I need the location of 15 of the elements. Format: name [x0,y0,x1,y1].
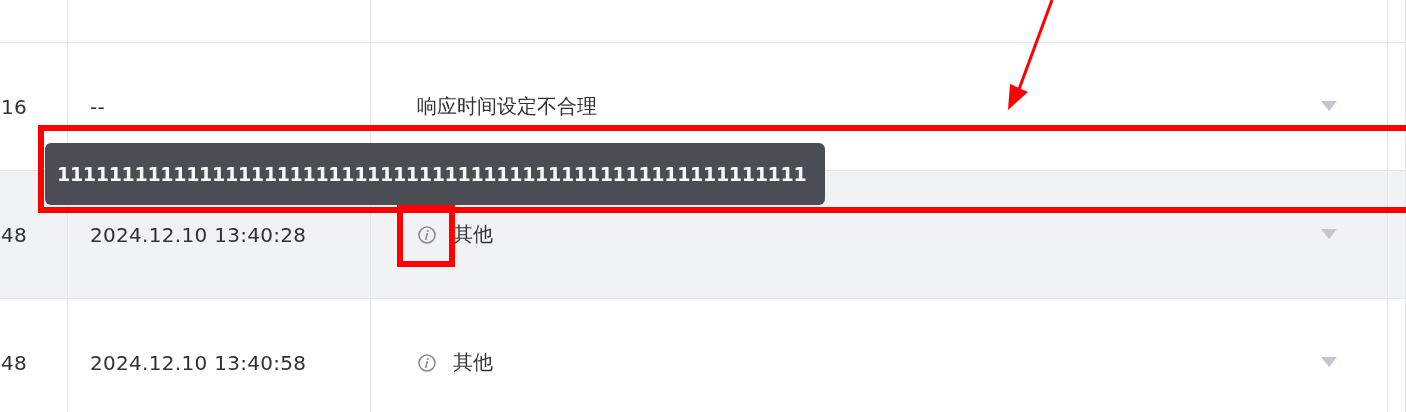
reason-text: 响应时间设定不合理 [417,93,597,120]
reason-text: 其他 [453,349,493,376]
reason-text: 其他 [453,221,493,248]
caret-icon[interactable] [1321,101,1337,111]
table-cell: 16 [0,94,27,119]
table-cell: 2024.12.10 13:40:58 [90,350,307,375]
table-row[interactable]: 48 2024.12.10 13:40:58 其他 [0,299,1406,412]
table-cell: 48 [0,222,27,247]
table-cell: 48 [0,350,27,375]
caret-icon[interactable] [1321,229,1337,239]
table-cell: -- [90,94,106,119]
table-cell: 2024.12.10 13:40:28 [90,222,307,247]
info-icon[interactable] [417,224,437,245]
info-icon[interactable] [417,352,437,373]
caret-icon[interactable] [1321,357,1337,367]
